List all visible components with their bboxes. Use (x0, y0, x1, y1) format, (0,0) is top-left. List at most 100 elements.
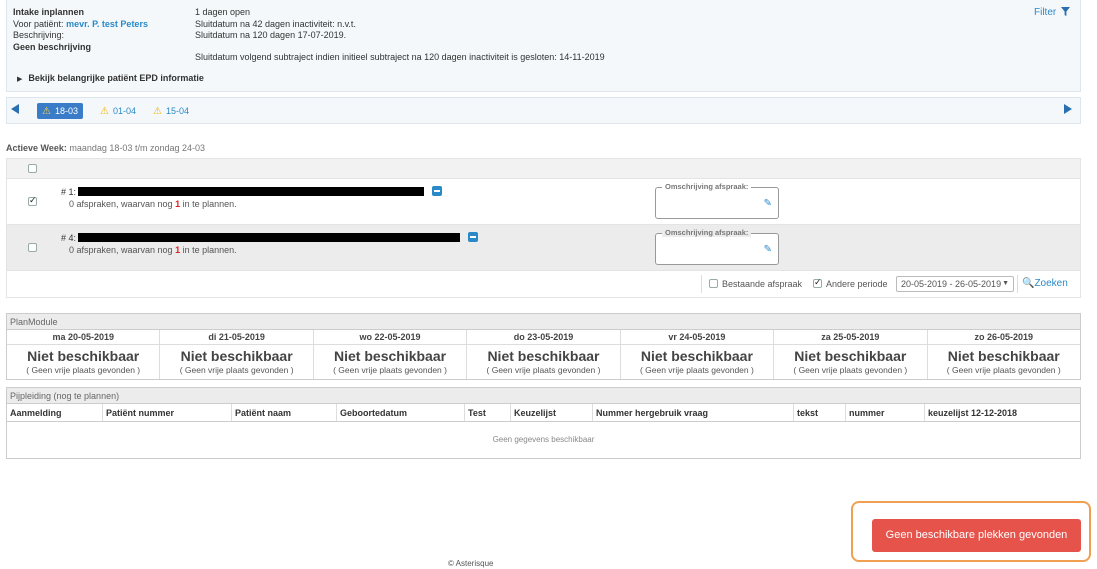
day-note: ( Geen vrije plaats gevonden ) (639, 365, 754, 375)
pijplijn-panel: Pijpleiding (nog te plannen) Aanmelding … (6, 387, 1081, 459)
week-tab-1[interactable]: ⚠ 18-03 (37, 103, 83, 119)
day-column: za 25-05-2019 Niet beschikbaar( Geen vrij… (774, 330, 928, 379)
column-header[interactable]: Aanmelding (7, 404, 103, 421)
day-note: ( Geen vrije plaats gevonden ) (26, 365, 141, 375)
day-column: do 23-05-2019 Niet beschikbaar( Geen vrij… (467, 330, 621, 379)
select-all-checkbox[interactable] (28, 164, 37, 173)
period-select[interactable]: 20-05-2019 - 26-05-2019 ▼ (896, 276, 1014, 292)
column-header[interactable]: tekst (794, 404, 846, 421)
week-tab-2[interactable]: ⚠ 01-04 (95, 103, 141, 119)
omschrijving-field[interactable]: Omschrijving afspraak: ✎ (655, 228, 779, 265)
day-column: zo 26-05-2019 Niet beschikbaar( Geen vrij… (927, 330, 1080, 379)
patient-info: Intake inplannen Voor patiënt: mevr. P. … (13, 7, 148, 53)
closing-42: Sluitdatum na 42 dagen inactiviteit: n.v… (195, 18, 356, 29)
day-status: Niet beschikbaar (487, 348, 600, 364)
column-header[interactable]: Test (465, 404, 511, 421)
column-header[interactable]: Patiënt nummer (103, 404, 232, 421)
day-note: ( Geen vrije plaats gevonden ) (946, 365, 1061, 375)
search-button[interactable]: 🔍Zoeken (1022, 278, 1068, 289)
patient-link[interactable]: mevr. P. test Peters (66, 19, 148, 29)
bestaande-checkbox[interactable] (709, 279, 718, 288)
caret-right-icon: ▶ (17, 76, 23, 83)
pijplijn-title: Pijpleiding (nog te plannen) (7, 388, 1080, 404)
week-navigation: ⚠ 18-03 ⚠ 01-04 ⚠ 15-04 (6, 97, 1081, 124)
closing-120: Sluitdatum na 120 dagen 17-07-2019. (195, 30, 347, 40)
item-subtitle: 0 afspraken, waarvan nog 1 in te plannen… (69, 245, 237, 255)
plan-module: PlanModule ma 20-05-2019 Niet beschikbaar… (6, 313, 1081, 380)
column-header[interactable]: keuzelijst 12-12-2018 (925, 404, 1080, 421)
filter-label: Filter (1033, 7, 1057, 18)
pencil-icon[interactable]: ✎ (764, 198, 772, 209)
week-tab-label: 01-04 (112, 106, 136, 116)
search-icon: 🔍 (1022, 278, 1035, 289)
column-header[interactable]: Nummer hergebruik vraag (593, 404, 794, 421)
pencil-icon[interactable]: ✎ (764, 244, 772, 255)
day-header: wo 22-05-2019 (313, 330, 467, 345)
chevron-down-icon: ▼ (1002, 280, 1009, 287)
warning-icon: ⚠ (42, 106, 51, 117)
column-header[interactable]: Patiënt naam (232, 404, 337, 421)
day-note: ( Geen vrije plaats gevonden ) (486, 365, 601, 375)
column-header[interactable]: Geboortedatum (337, 404, 465, 421)
filter-button[interactable]: Filter (1034, 7, 1070, 18)
pijplijn-grid-header: Aanmelding Patiënt nummer Patiënt naam G… (7, 404, 1080, 422)
warning-icon: ⚠ (100, 106, 109, 117)
footer-copyright: © Asterisque (448, 559, 494, 568)
page-title: Intake inplannen (13, 7, 85, 17)
day-status: Niet beschikbaar (27, 348, 140, 364)
toast-highlight: Geen beschikbare plekken gevonden (851, 501, 1091, 562)
epd-toggle[interactable]: ▶ Bekijk belangrijke patiënt EPD informat… (17, 73, 204, 83)
week-tab-3[interactable]: ⚠ 15-04 (148, 103, 194, 119)
andere-label: Andere periode (826, 279, 888, 289)
filter-icon (1061, 7, 1070, 16)
description-label: Beschrijving: (13, 30, 65, 40)
omschrijving-label: Omschrijving afspraak: (662, 182, 752, 191)
item-title: # 4: (61, 232, 479, 243)
search-label: Zoeken (1034, 278, 1068, 289)
day-columns: ma 20-05-2019 Niet beschikbaar( Geen vrij… (7, 330, 1080, 379)
redacted-text (78, 233, 461, 242)
item-checkbox[interactable] (28, 243, 37, 252)
list-header (7, 159, 1080, 179)
active-week: Actieve Week: maandag 18-03 t/m zondag 2… (6, 143, 205, 153)
bestaande-label: Bestaande afspraak (722, 279, 803, 289)
andere-checkbox[interactable] (813, 277, 822, 288)
omschrijving-label: Omschrijving afspraak: (662, 228, 752, 237)
list-item: # 4: 0 afspraken, waarvan nog 1 in te pl… (7, 225, 1080, 271)
day-note: ( Geen vrije plaats gevonden ) (793, 365, 908, 375)
warning-icon: ⚠ (153, 106, 162, 117)
day-header: za 25-05-2019 (774, 330, 927, 345)
filter-bar: Bestaande afspraak Andere periode 20-05-… (7, 271, 1080, 297)
app-frame: Intake inplannen Voor patiënt: mevr. P. … (6, 0, 1081, 459)
andere-option[interactable]: Andere periode (813, 277, 888, 289)
active-week-value: maandag 18-03 t/m zondag 24-03 (69, 143, 205, 153)
closing-info: 1 dagen open Sluitdatum na 42 dagen inac… (195, 7, 605, 63)
omschrijving-field[interactable]: Omschrijving afspraak: ✎ (655, 182, 779, 219)
day-header: zo 26-05-2019 (927, 330, 1080, 345)
plan-module-title: PlanModule (7, 314, 1080, 330)
active-week-label: Actieve Week: (6, 143, 67, 153)
bestaande-option[interactable]: Bestaande afspraak (709, 279, 802, 289)
day-status: Niet beschikbaar (640, 348, 753, 364)
week-tab-label: 18-03 (54, 106, 78, 116)
collapse-icon[interactable] (432, 186, 443, 196)
days-open: 1 dagen open (195, 7, 251, 17)
day-column: di 21-05-2019 Niet beschikbaar( Geen vrij… (160, 330, 314, 379)
collapse-icon[interactable] (468, 232, 479, 242)
prev-week-icon[interactable] (11, 104, 19, 114)
item-title: # 1: (61, 186, 443, 197)
day-status: Niet beschikbaar (794, 348, 907, 364)
column-header[interactable]: nummer (846, 404, 925, 421)
day-status: Niet beschikbaar (180, 348, 293, 364)
day-header: do 23-05-2019 (467, 330, 620, 345)
day-column: wo 22-05-2019 Niet beschikbaar( Geen vrij… (313, 330, 468, 379)
toast-notification[interactable]: Geen beschikbare plekken gevonden (872, 519, 1081, 552)
description-value: Geen beschrijving (13, 41, 92, 52)
closing-next: Sluitdatum volgend subtraject indien ini… (195, 51, 605, 62)
item-checkbox[interactable] (28, 195, 37, 206)
next-week-icon[interactable] (1064, 104, 1072, 114)
redacted-text (78, 187, 425, 196)
day-note: ( Geen vrije plaats gevonden ) (179, 365, 294, 375)
day-header: di 21-05-2019 (160, 330, 313, 345)
column-header[interactable]: Keuzelijst (511, 404, 593, 421)
